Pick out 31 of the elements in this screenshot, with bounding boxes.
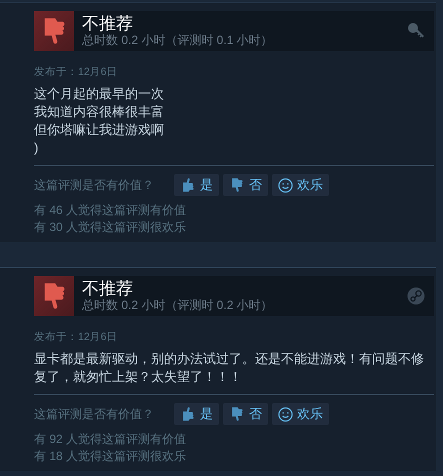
verdict-title: 不推荐 xyxy=(82,280,134,298)
vote-count-text: 有 18 人觉得这篇评测很欢乐 xyxy=(34,448,188,464)
review-text-line: 但你塔嘛让我进游戏啊 xyxy=(34,121,165,139)
thumbs-up-icon xyxy=(180,406,196,422)
helpful-question: 这篇评测是否有价值？ xyxy=(34,177,154,194)
thumbs-down-icon xyxy=(229,177,245,193)
funny-vote-button[interactable]: 欢乐 xyxy=(272,174,329,196)
yes-vote-button[interactable]: 是 xyxy=(174,403,219,425)
vote-count-text: 有 30 人觉得这篇评测很欢乐 xyxy=(34,218,188,235)
no-vote-button[interactable]: 否 xyxy=(223,403,268,425)
review-text-line: 这个月起的最早的一次 xyxy=(34,85,165,103)
verdict-title: 不推荐 xyxy=(82,14,134,32)
playtime-text: 总时数 0.2 小时（评测时 0.1 小时） xyxy=(82,32,274,48)
thumbs-down-icon xyxy=(229,406,245,422)
playtime-text: 总时数 0.2 小时（评测时 0.2 小时） xyxy=(82,298,274,312)
logo-icon xyxy=(407,287,425,305)
yes-vote-button[interactable]: 是 xyxy=(174,174,219,196)
vote-count-text: 有 46 人觉得这篇评测有价值 xyxy=(34,202,188,218)
funny-vote-button[interactable]: 欢乐 xyxy=(272,403,329,425)
vote-count-text: 有 92 人觉得这篇评测有价值 xyxy=(34,431,188,448)
helpful-question: 这篇评测是否有价值？ xyxy=(34,406,154,423)
thumbs-up-icon xyxy=(180,177,196,193)
key-icon xyxy=(407,22,425,40)
post-date: 发布于：12月6日 xyxy=(34,330,119,344)
no-vote-button[interactable]: 否 xyxy=(223,174,268,196)
post-date: 发布于：12月6日 xyxy=(34,65,119,79)
review-text-line: ) xyxy=(34,139,40,157)
smiley-icon xyxy=(278,178,293,192)
review-text-line: 显卡都是最新驱动，别的办法试过了。还是不能进游戏！有问题不修复了，就匆忙上架？太失望了！！！ xyxy=(34,350,425,386)
smiley-icon xyxy=(278,406,293,422)
review-text-line: 我知道内容很棒很丰富 xyxy=(34,103,165,121)
